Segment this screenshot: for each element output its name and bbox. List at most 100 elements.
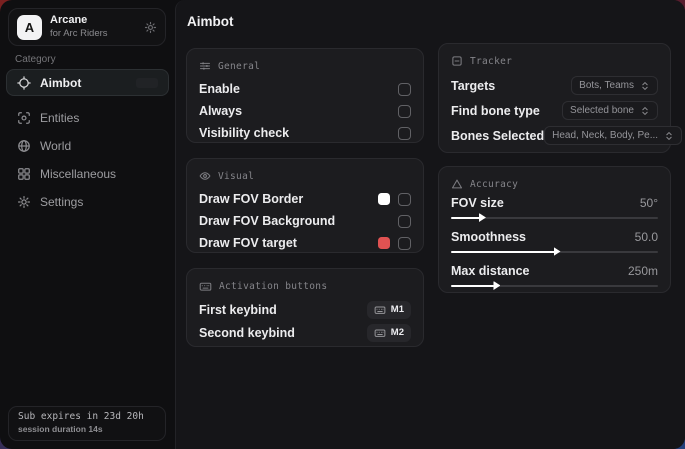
slider-fill — [451, 251, 555, 253]
keyboard-icon — [199, 280, 212, 293]
first-keybind-button[interactable]: M1 — [367, 301, 411, 319]
app-logo: A — [17, 15, 42, 40]
crosshair-icon — [17, 76, 31, 90]
gear-icon — [17, 195, 31, 209]
keybind-value: M2 — [391, 327, 404, 338]
fov-size-slider[interactable] — [451, 213, 658, 222]
sidebar-item-aimbot[interactable]: Aimbot — [6, 69, 169, 96]
activation-card-title: Activation buttons — [219, 281, 327, 292]
sidebar-item-label: Entities — [40, 111, 79, 125]
smoothness-value: 50.0 — [635, 230, 658, 244]
chevrons-up-down-icon — [640, 106, 650, 116]
grid-icon — [17, 167, 31, 181]
setting-row-fov-background: Draw FOV Background — [199, 210, 411, 232]
setting-row-bones-selected: Bones Selected Head, Neck, Body, Pe... — [451, 123, 658, 148]
setting-label: First keybind — [199, 303, 277, 317]
setting-row-visibility-check: Visibility check — [199, 122, 411, 144]
setting-row-max-distance: Max distance 250m — [451, 262, 658, 279]
enable-checkbox[interactable] — [398, 83, 411, 96]
visibility-check-checkbox[interactable] — [398, 127, 411, 140]
targets-dropdown[interactable]: Bots, Teams — [571, 76, 658, 95]
accuracy-card-header: Accuracy — [451, 176, 658, 192]
setting-row-fov-border: Draw FOV Border — [199, 188, 411, 210]
sidebar: A Arcane for Arc Riders Category — [0, 0, 175, 449]
find-bone-type-dropdown[interactable]: Selected bone — [562, 101, 658, 120]
eye-icon — [199, 170, 211, 182]
max-distance-value: 250m — [628, 264, 658, 278]
activation-card-header: Activation buttons — [199, 278, 411, 294]
setting-label: Targets — [451, 79, 495, 93]
chevrons-up-down-icon — [664, 131, 674, 141]
subscription-info-box: Sub expires in 23d 20h session duration … — [8, 406, 166, 441]
sidebar-item-entities[interactable]: Entities — [6, 104, 169, 131]
visual-card-title: Visual — [218, 171, 254, 182]
setting-row-second-keybind: Second keybind M2 — [199, 321, 411, 344]
app-subtitle: for Arc Riders — [50, 28, 108, 39]
sidebar-item-world[interactable]: World — [6, 132, 169, 159]
accuracy-card-title: Accuracy — [470, 179, 518, 190]
app-header: A Arcane for Arc Riders — [8, 8, 166, 46]
always-checkbox[interactable] — [398, 105, 411, 118]
setting-row-fov-target: Draw FOV target — [199, 232, 411, 254]
slider-thumb[interactable] — [479, 213, 486, 222]
app-title: Arcane — [50, 14, 108, 28]
setting-label: Second keybind — [199, 326, 295, 340]
general-card-header: General — [199, 58, 411, 74]
smoothness-slider[interactable] — [451, 247, 658, 256]
setting-label: Max distance — [451, 264, 530, 278]
second-keybind-button[interactable]: M2 — [367, 324, 411, 342]
sidebar-item-label: Aimbot — [40, 76, 81, 90]
visual-card: Visual Draw FOV Border Draw FOV Backgrou… — [186, 158, 424, 253]
scan-icon — [17, 111, 31, 125]
sidebar-item-miscellaneous[interactable]: Miscellaneous — [6, 160, 169, 187]
slider-thumb[interactable] — [554, 247, 561, 256]
triangle-icon — [451, 178, 463, 190]
slider-fill — [451, 217, 480, 219]
setting-row-first-keybind: First keybind M1 — [199, 298, 411, 321]
setting-row-fov-size: FOV size 50° — [451, 194, 658, 211]
category-label: Category — [15, 54, 56, 65]
sidebar-item-settings[interactable]: Settings — [6, 188, 169, 215]
setting-label: Visibility check — [199, 126, 289, 140]
keyboard-icon — [374, 327, 386, 339]
tracker-card: Tracker Targets Bots, Teams Fin — [438, 43, 671, 153]
fov-target-color-swatch[interactable] — [378, 237, 390, 249]
fov-border-checkbox[interactable] — [398, 193, 411, 206]
activation-card: Activation buttons First keybind M1 — [186, 268, 424, 347]
keyboard-icon — [374, 304, 386, 316]
max-distance-slider[interactable] — [451, 281, 658, 290]
setting-row-always: Always — [199, 100, 411, 122]
slider-thumb[interactable] — [493, 281, 500, 290]
sliders-icon — [199, 60, 211, 72]
dropdown-value: Head, Neck, Body, Pe... — [552, 130, 658, 141]
accuracy-card: Accuracy FOV size 50° Smoothness 50.0 — [438, 166, 671, 293]
setting-label: Draw FOV target — [199, 236, 297, 250]
tracker-card-header: Tracker — [451, 53, 658, 69]
setting-label: FOV size — [451, 196, 504, 210]
header-gear-icon[interactable] — [144, 21, 157, 34]
sub-expiry-text: Sub expires in 23d 20h — [18, 411, 156, 422]
setting-label: Find bone type — [451, 104, 540, 118]
sidebar-item-label: Settings — [40, 195, 83, 209]
setting-row-smoothness: Smoothness 50.0 — [451, 228, 658, 245]
setting-label: Enable — [199, 82, 240, 96]
fov-target-checkbox[interactable] — [398, 237, 411, 250]
app-window: A Arcane for Arc Riders Category — [0, 0, 685, 449]
chevrons-up-down-icon — [640, 81, 650, 91]
fov-background-checkbox[interactable] — [398, 215, 411, 228]
fov-border-color-swatch[interactable] — [378, 193, 390, 205]
app-title-block: Arcane for Arc Riders — [50, 14, 108, 39]
sidebar-item-label: World — [40, 139, 71, 153]
main-panel: Aimbot General Enable Always — [175, 0, 685, 449]
dropdown-value: Bots, Teams — [579, 80, 634, 91]
keybind-value: M1 — [391, 304, 404, 315]
setting-label: Draw FOV Background — [199, 214, 335, 228]
general-card-title: General — [218, 61, 260, 72]
sidebar-item-label: Miscellaneous — [40, 167, 116, 181]
general-card: General Enable Always Visibility check — [186, 48, 424, 143]
bones-selected-dropdown[interactable]: Head, Neck, Body, Pe... — [544, 126, 682, 145]
page-title: Aimbot — [187, 14, 234, 29]
setting-row-enable: Enable — [199, 78, 411, 100]
dropdown-value: Selected bone — [570, 105, 634, 116]
frame-minus-icon — [451, 55, 463, 67]
